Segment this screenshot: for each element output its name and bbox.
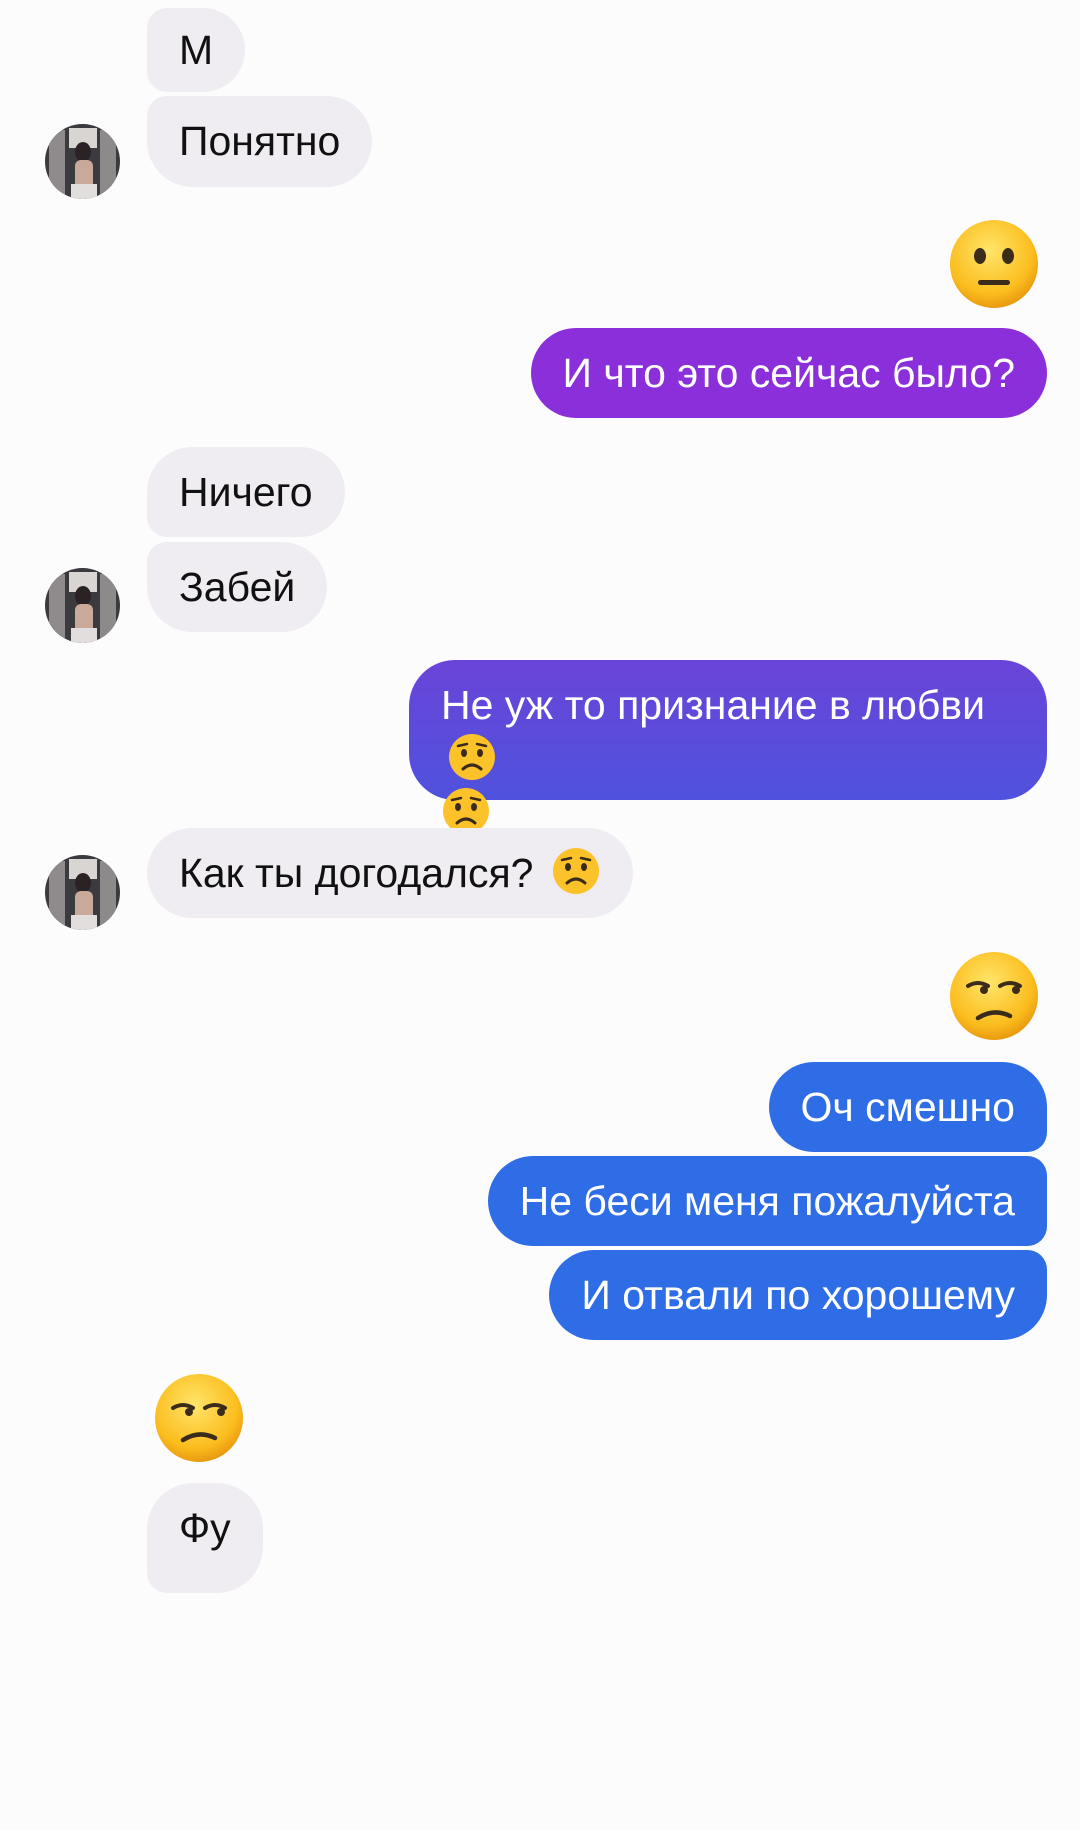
- worried-face-emoji: [449, 734, 495, 780]
- neutral-face-emoji[interactable]: [948, 218, 1040, 310]
- message-text: Ничего: [179, 469, 313, 515]
- unamused-face-emoji[interactable]: [948, 950, 1040, 1042]
- outgoing-message[interactable]: Не беси меня пожалуйста: [487, 1156, 1047, 1246]
- incoming-message[interactable]: Забей: [147, 542, 328, 632]
- outgoing-message[interactable]: Оч смешно: [768, 1062, 1047, 1152]
- outgoing-message[interactable]: И что это сейчас было?: [530, 328, 1047, 418]
- message-text: Оч смешно: [800, 1084, 1015, 1130]
- message-text: Как ты догодался?: [179, 850, 534, 896]
- message-text: М: [179, 27, 214, 73]
- message-text: И что это сейчас было?: [562, 350, 1015, 396]
- chat-thread: М Понятно И что это сейчас было? Ничего …: [0, 0, 1080, 1830]
- contact-avatar[interactable]: [45, 124, 120, 199]
- message-text: Не уж то признание в любви: [441, 682, 985, 728]
- unamused-face-emoji[interactable]: [153, 1372, 245, 1464]
- incoming-message[interactable]: М: [147, 8, 246, 92]
- worried-face-emoji: [552, 848, 599, 894]
- incoming-message[interactable]: Как ты догодался?: [147, 828, 633, 918]
- contact-avatar[interactable]: [45, 855, 120, 930]
- incoming-message[interactable]: Фу: [147, 1483, 263, 1593]
- message-text: Понятно: [179, 118, 341, 164]
- message-text: И отвали по хорошему: [581, 1272, 1015, 1318]
- message-text: Не беси меня пожалуйста: [519, 1178, 1015, 1224]
- message-text: Забей: [179, 564, 296, 610]
- message-text: Фу: [179, 1505, 231, 1551]
- outgoing-message[interactable]: Не уж то признание в любви: [409, 660, 1047, 834]
- incoming-message[interactable]: Ничего: [147, 447, 345, 537]
- incoming-message[interactable]: Понятно: [147, 96, 373, 187]
- contact-avatar[interactable]: [45, 568, 120, 643]
- outgoing-message[interactable]: И отвали по хорошему: [549, 1250, 1047, 1340]
